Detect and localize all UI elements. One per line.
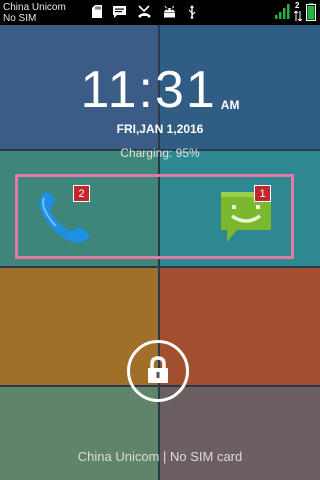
missed-call-icon [137,5,152,19]
data-icon: 2 [294,1,302,21]
carrier-info: China Unicom No SIM [3,2,66,24]
battery-icon [306,3,316,26]
signal-icon [274,3,290,24]
carrier-footer: China Unicom | No SIM card [77,449,243,464]
sd-card-icon [92,5,102,19]
messages-shortcut[interactable]: 1 [219,185,275,246]
status-bar: China Unicom No SIM 2 [0,0,320,25]
messages-badge: 1 [254,185,271,202]
clock-time: 11:31 [80,61,217,119]
tile-bottom-right [160,387,320,480]
lockscreen-date: FRI,JAN 1,2016 [116,122,204,136]
phone-badge: 2 [73,185,90,202]
unlock-button[interactable] [127,340,189,402]
lock-icon [147,356,169,389]
android-icon [162,5,177,19]
clock-ampm: AM [220,98,240,112]
message-icon [112,5,127,19]
tile-bottom-left [0,387,158,480]
carrier-name: China Unicom [3,2,66,13]
data-indicator-label: 2 [295,1,300,10]
notification-icons [92,5,197,19]
sim-status: No SIM [3,13,37,24]
charging-status: Charging: 95% [120,146,200,160]
system-icons: 2 [274,1,316,26]
usb-icon [187,5,197,19]
phone-shortcut[interactable]: 2 [36,185,96,246]
lockscreen-clock: 11:31 AM [0,62,320,118]
